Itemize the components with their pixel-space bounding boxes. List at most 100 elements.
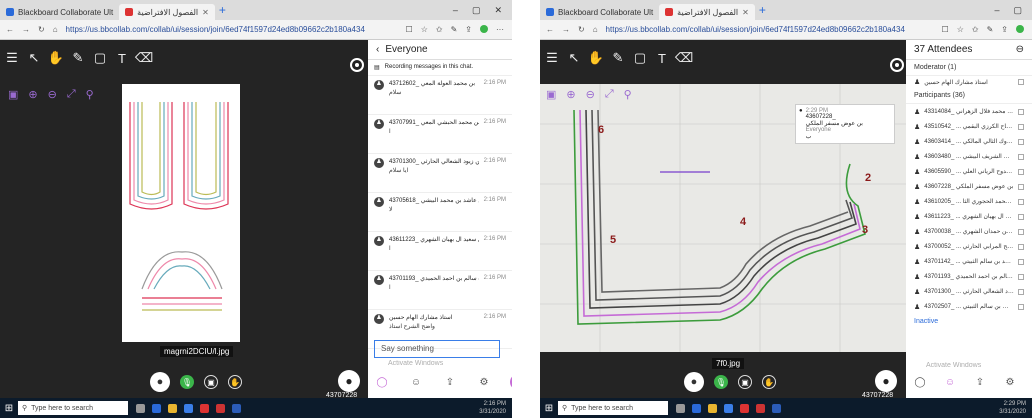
options-icon[interactable]: ⊖ xyxy=(1016,44,1024,55)
chat-icon[interactable]: ◯ xyxy=(912,374,928,390)
tab-blackboard[interactable]: Blackboard Collaborate Ult xyxy=(0,4,119,20)
participant-row[interactable]: ♟43510542_ ... بن صبياح الكرزي البقمي xyxy=(906,119,1032,134)
options-box-icon[interactable] xyxy=(1018,273,1024,280)
options-box-icon[interactable] xyxy=(1018,258,1024,265)
favorite-icon[interactable]: ☆ xyxy=(957,25,964,34)
close-window-icon[interactable]: ✕ xyxy=(494,5,502,16)
word-icon[interactable] xyxy=(232,403,241,413)
share-icon[interactable]: ⇪ xyxy=(465,25,472,34)
chat-input[interactable]: Say something xyxy=(374,340,500,358)
eraser-icon[interactable]: ⌫ xyxy=(675,50,693,66)
text-icon[interactable]: T xyxy=(654,50,670,66)
eraser-icon[interactable]: ⌫ xyxy=(135,50,153,66)
hand-raise-icon[interactable]: ✋ xyxy=(762,375,776,389)
favorite-icon[interactable]: ☆ xyxy=(421,25,428,34)
store-icon[interactable] xyxy=(184,403,193,413)
participant-row[interactable]: ♟43700038_ ... بن سعيدان بن حمدان الشهري xyxy=(906,224,1032,239)
zoom-icon[interactable]: ⚲ xyxy=(624,88,632,101)
share-content-icon[interactable]: ⇪ xyxy=(972,374,988,390)
home-icon[interactable]: ⌂ xyxy=(53,25,58,34)
word-icon[interactable] xyxy=(772,403,781,413)
pointer-icon[interactable]: ↖ xyxy=(566,50,582,66)
participant-row[interactable]: ♟ 43611223_ ... سعيد آل بهيان الشهري xyxy=(906,209,1032,224)
task-view-icon[interactable] xyxy=(676,403,685,413)
reading-icon[interactable]: ☐ xyxy=(942,25,949,34)
chat-popup[interactable]: ● 2:29 PM 43607228_ بن عوض مسفر الملكي E… xyxy=(795,104,895,144)
participant-row[interactable]: ♟43702507_ ... ناف بن عوض بن سالم الثبيت… xyxy=(906,299,1032,314)
home-icon[interactable]: ⌂ xyxy=(593,25,598,34)
participant-row[interactable]: ♟43700052_ ... بن صالح المرابي الحارثي xyxy=(906,239,1032,254)
settings-icon[interactable]: ⚙ xyxy=(1002,374,1018,390)
options-box-icon[interactable] xyxy=(1018,198,1024,205)
participant-row[interactable]: ♟43610205_ ... بن سعيد بن محمد الحجوري ا… xyxy=(906,194,1032,209)
maximize-icon[interactable]: ▢ xyxy=(472,5,481,16)
options-box-icon[interactable] xyxy=(1018,228,1024,235)
back-icon[interactable]: ← xyxy=(546,25,554,34)
more-icon[interactable]: ··· xyxy=(496,25,504,34)
attendees-icon[interactable]: ☺ xyxy=(408,374,424,390)
tab-blackboard[interactable]: Blackboard Collaborate Ult xyxy=(540,4,659,20)
close-icon[interactable]: ✕ xyxy=(202,8,209,17)
url-field[interactable]: https://us.bbcollab.com/collab/ui/sessio… xyxy=(66,25,398,34)
taskbar-search[interactable]: ⚲ Type here to search xyxy=(18,401,128,415)
hand-icon[interactable]: ✋ xyxy=(48,50,64,66)
zoom-out-icon[interactable]: ⊖ xyxy=(586,88,595,101)
menu-icon[interactable]: ☰ xyxy=(544,50,560,66)
participant-row[interactable]: ♟43603480_ ... احمد بن محمد بن الشريف ال… xyxy=(906,149,1032,164)
fullscreen-icon[interactable]: ⤢ xyxy=(67,88,76,101)
options-box-icon[interactable] xyxy=(1018,108,1024,115)
record-button[interactable] xyxy=(350,58,364,72)
task-view-icon[interactable] xyxy=(136,403,145,413)
zoom-in-icon[interactable]: ⊕ xyxy=(566,88,575,101)
share-icon[interactable]: ⇪ xyxy=(1001,25,1008,34)
chat-icon[interactable]: ◯ xyxy=(374,374,390,390)
fullscreen-icon[interactable]: ⤢ xyxy=(605,88,614,101)
windows-start-icon[interactable]: ⊞ xyxy=(540,403,558,414)
menu-icon[interactable]: ☰ xyxy=(4,50,20,66)
record-button[interactable] xyxy=(890,58,904,72)
reading-icon[interactable]: ☐ xyxy=(406,25,413,34)
powerpoint-icon[interactable] xyxy=(756,403,765,413)
refresh-icon[interactable]: ↻ xyxy=(38,25,45,34)
back-icon[interactable]: ← xyxy=(6,25,14,34)
favorites-icon[interactable]: ✩ xyxy=(972,25,979,34)
microphone-icon[interactable]: 🎙 xyxy=(180,375,194,389)
hand-raise-icon[interactable]: ✋ xyxy=(228,375,242,389)
microphone-icon[interactable]: 🎙 xyxy=(714,375,728,389)
participant-row[interactable]: ♟43701142_ ... الرزاق بن احمد بن سالم ال… xyxy=(906,254,1032,269)
chrome-icon[interactable] xyxy=(740,403,749,413)
options-box-icon[interactable] xyxy=(1018,153,1024,160)
powerpoint-icon[interactable] xyxy=(216,403,225,413)
pen-icon[interactable]: ✎ xyxy=(451,25,458,34)
participant-row[interactable]: ♟43701300_ ... عوض بن زيود الشعالي الحار… xyxy=(906,284,1032,299)
options-box-icon[interactable] xyxy=(1018,138,1024,145)
back-arrow-icon[interactable]: ‹ xyxy=(376,44,379,55)
options-box-icon[interactable] xyxy=(1018,123,1024,130)
participant-row[interactable]: ♟43314084_ سامية محمد فلال الزهراني xyxy=(906,104,1032,119)
favorites-icon[interactable]: ✩ xyxy=(436,25,443,34)
share-content-icon[interactable]: ⇪ xyxy=(442,374,458,390)
profile-icon[interactable] xyxy=(1016,25,1024,33)
pen-icon[interactable]: ✎ xyxy=(987,25,994,34)
chrome-icon[interactable] xyxy=(200,403,209,413)
fit-icon[interactable]: ▣ xyxy=(546,88,556,101)
text-icon[interactable]: T xyxy=(114,50,130,66)
explorer-icon[interactable] xyxy=(168,403,177,413)
camera-icon[interactable]: ▣ xyxy=(738,375,752,389)
moderator-row[interactable]: ♟ استاذ مشارك الهام حسين xyxy=(906,76,1032,88)
options-box-icon[interactable] xyxy=(1018,183,1024,190)
pencil-icon[interactable]: ✎ xyxy=(610,50,626,66)
tab-virtual-classes[interactable]: الفصول الافتراضية ✕ xyxy=(659,4,755,20)
participant-row[interactable]: ♟43603414_ ... عوض بن دوك الثالي المالكي xyxy=(906,134,1032,149)
close-icon[interactable]: ✕ xyxy=(742,8,749,17)
avatar-icon[interactable]: ● xyxy=(684,372,704,392)
options-box-icon[interactable] xyxy=(1018,168,1024,175)
store-icon[interactable] xyxy=(724,403,733,413)
options-box-icon[interactable] xyxy=(1018,243,1024,250)
taskbar-search[interactable]: ⚲ Type here to search xyxy=(558,401,668,415)
zoom-out-icon[interactable]: ⊖ xyxy=(48,88,57,101)
new-tab-button[interactable]: + xyxy=(755,3,770,17)
camera-icon[interactable]: ▣ xyxy=(204,375,218,389)
minimize-icon[interactable]: – xyxy=(994,5,999,16)
options-box-icon[interactable] xyxy=(1018,288,1024,295)
